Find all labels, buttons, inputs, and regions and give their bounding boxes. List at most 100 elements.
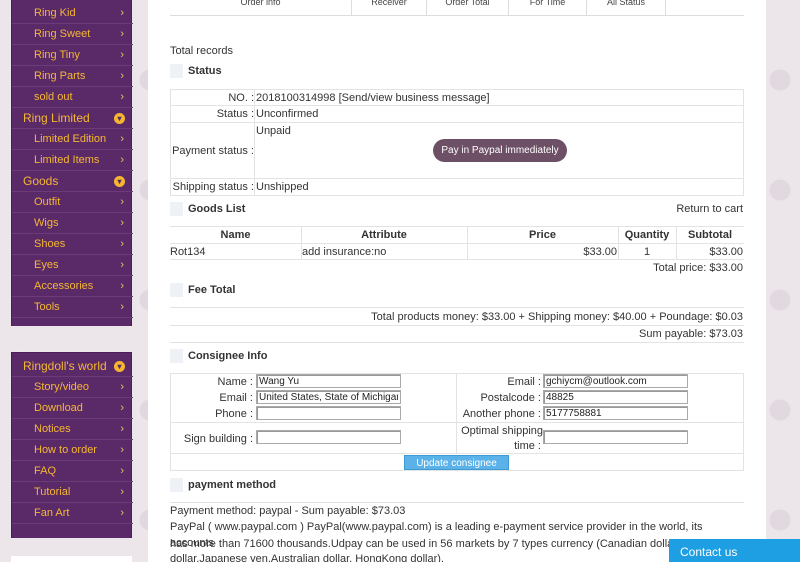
chevron-right-icon: › bbox=[120, 91, 124, 103]
sidebar-menu-primary: Ring Kid › Ring Sweet › Ring Tiny › Ring Parts… bbox=[11, 0, 133, 326]
sidebar-item-ring-kid[interactable]: Ring Kid › bbox=[12, 3, 133, 24]
contact-us-button[interactable]: Contact us bbox=[669, 539, 800, 562]
consignee-another-phone-input[interactable] bbox=[543, 406, 688, 420]
sidebar-item-story-video[interactable]: Story/video › bbox=[12, 377, 133, 398]
expand-circle-icon: ▾ bbox=[114, 176, 125, 187]
sidebar-item-label: FAQ bbox=[34, 465, 57, 477]
sidebar-item-label: Accessories bbox=[34, 280, 94, 292]
sidebar-item-label: How to order bbox=[34, 444, 97, 456]
divider bbox=[170, 89, 171, 196]
sidebar-item-label: Ring Parts bbox=[34, 70, 86, 82]
goods-total-price: Total price: $33.00 bbox=[653, 262, 743, 274]
sidebar-item-faq[interactable]: FAQ › bbox=[12, 461, 133, 482]
consignee-email-input[interactable] bbox=[543, 374, 688, 388]
chevron-right-icon: › bbox=[120, 507, 124, 519]
sidebar-item-ring-sweet[interactable]: Ring Sweet › bbox=[12, 24, 133, 45]
sidebar-item-label: Download bbox=[34, 402, 83, 414]
order-no-value[interactable]: 2018100314998 [Send/view business messag… bbox=[256, 92, 490, 104]
sidebar-menu-secondary: Ringdoll's world ▾ Story/video › Download › No… bbox=[11, 352, 133, 538]
col-receiver: Receiver bbox=[351, 0, 426, 16]
consignee-optimal-time-label-2: time : bbox=[514, 440, 541, 452]
goods-section-header: Goods List bbox=[170, 201, 370, 219]
chevron-right-icon: › bbox=[120, 486, 124, 498]
sidebar-item-accessories[interactable]: Accessories › bbox=[12, 276, 133, 297]
section-marker-icon bbox=[170, 202, 183, 216]
section-marker-icon bbox=[170, 349, 183, 363]
expand-circle-icon: ▾ bbox=[114, 113, 125, 124]
goods-col-quantity: Quantity bbox=[624, 229, 670, 241]
sidebar-item-label: Limited Items bbox=[34, 154, 100, 166]
sidebar-item-ring-tiny[interactable]: Ring Tiny › bbox=[12, 45, 133, 66]
sidebar-item-outfit[interactable]: Outfit › bbox=[12, 192, 133, 213]
consignee-sign-building-input[interactable] bbox=[256, 430, 401, 444]
consignee-postal-label: Postalcode : bbox=[480, 392, 541, 404]
sidebar-item-wigs[interactable]: Wigs › bbox=[12, 213, 133, 234]
sidebar-item-eyes[interactable]: Eyes › bbox=[12, 255, 133, 276]
chevron-right-icon: › bbox=[120, 381, 124, 393]
sidebar-item-tools[interactable]: Tools › bbox=[12, 297, 133, 318]
divider bbox=[170, 307, 744, 308]
sidebar-item-limited-edition[interactable]: Limited Edition › bbox=[12, 129, 133, 150]
sidebar-item-ringdoll-s-world[interactable]: Ringdoll's world ▾ bbox=[12, 356, 133, 377]
col-order-info: Order info bbox=[240, 0, 281, 7]
sidebar-item-ring-limited[interactable]: Ring Limited ▾ bbox=[12, 108, 133, 129]
update-consignee-button[interactable]: Update consignee addr bbox=[404, 455, 509, 470]
goods-row-name[interactable]: Rot134 bbox=[170, 246, 205, 258]
fee-breakdown: Total products money: $33.00 + Shipping … bbox=[371, 311, 743, 323]
consignee-address-label: Email : bbox=[219, 392, 253, 404]
consignee-name-input[interactable] bbox=[256, 374, 401, 388]
goods-heading: Goods List bbox=[188, 203, 246, 215]
sidebar-item-sold-out[interactable]: sold out › bbox=[12, 87, 133, 108]
chevron-right-icon: › bbox=[120, 70, 124, 82]
goods-col-attribute: Attribute bbox=[361, 229, 407, 241]
divider bbox=[170, 178, 744, 179]
pay-in-paypal-button[interactable]: Pay in Paypal immediately bbox=[433, 139, 567, 162]
divider bbox=[170, 243, 744, 244]
sidebar-item-goods[interactable]: Goods ▾ bbox=[12, 171, 133, 192]
chevron-right-icon: › bbox=[120, 196, 124, 208]
consignee-heading: Consignee Info bbox=[188, 350, 268, 362]
order-no-label: NO. : bbox=[228, 92, 254, 104]
status-section-header: Status bbox=[170, 63, 370, 81]
consignee-postal-input[interactable] bbox=[543, 390, 688, 404]
section-marker-icon bbox=[170, 64, 183, 78]
sidebar-item-label: Story/video bbox=[34, 381, 90, 393]
sidebar-item-limited-items[interactable]: Limited Items › bbox=[12, 150, 133, 171]
consignee-name-label: Name : bbox=[217, 376, 253, 388]
sidebar-item-label: Outfit bbox=[34, 196, 61, 208]
payment-desc-line-3: dollar,Japanese yen,Australian dollar, H… bbox=[170, 553, 444, 562]
fee-section-header: Fee Total bbox=[170, 282, 370, 300]
sidebar-item-label: Wigs bbox=[34, 217, 59, 229]
sidebar-item-download[interactable]: Download › bbox=[12, 398, 133, 419]
chevron-right-icon: › bbox=[120, 217, 124, 229]
divider bbox=[743, 373, 744, 471]
col-for-time[interactable]: For Time bbox=[508, 0, 586, 16]
sidebar-item-tutorial[interactable]: Tutorial › bbox=[12, 482, 133, 503]
consignee-address-input[interactable] bbox=[256, 390, 401, 404]
sidebar-item-shoes[interactable]: Shoes › bbox=[12, 234, 133, 255]
sidebar-item-fan-art[interactable]: Fan Art › bbox=[12, 503, 133, 524]
payment-status-value: Unpaid bbox=[256, 125, 291, 137]
goods-col-name: Name bbox=[220, 229, 251, 241]
goods-col-price: Price bbox=[529, 229, 556, 241]
col-all-status[interactable]: All Status bbox=[586, 0, 666, 16]
status-heading: Status bbox=[188, 65, 222, 77]
chevron-right-icon: › bbox=[120, 402, 124, 414]
payment-heading: payment method bbox=[188, 479, 277, 491]
chevron-right-icon: › bbox=[120, 28, 124, 40]
sidebar-item-how-to-order[interactable]: How to order › bbox=[12, 440, 133, 461]
order-status-value: Unconfirmed bbox=[256, 108, 319, 120]
divider bbox=[170, 226, 744, 227]
divider bbox=[170, 122, 744, 123]
consignee-sign-building-label: Sign building : bbox=[183, 433, 253, 445]
sidebar-item-label: Tutorial bbox=[34, 486, 71, 498]
consignee-phone-input[interactable] bbox=[256, 406, 401, 420]
sidebar: Ring Kid › Ring Sweet › Ring Tiny › Ring Parts… bbox=[11, 0, 133, 538]
sidebar-item-ring-parts[interactable]: Ring Parts › bbox=[12, 66, 133, 87]
consignee-optimal-time-input[interactable] bbox=[543, 430, 688, 444]
return-to-cart-link[interactable]: Return to cart bbox=[578, 203, 743, 215]
payment-desc-line-2: has more than 71600 thousands.Udpay can … bbox=[170, 538, 695, 550]
sidebar-item-notices[interactable]: Notices › bbox=[12, 419, 133, 440]
goods-row-quantity: 1 bbox=[643, 246, 651, 258]
order-detail-panel: Order info Receiver Order Total For Time… bbox=[148, 0, 766, 562]
